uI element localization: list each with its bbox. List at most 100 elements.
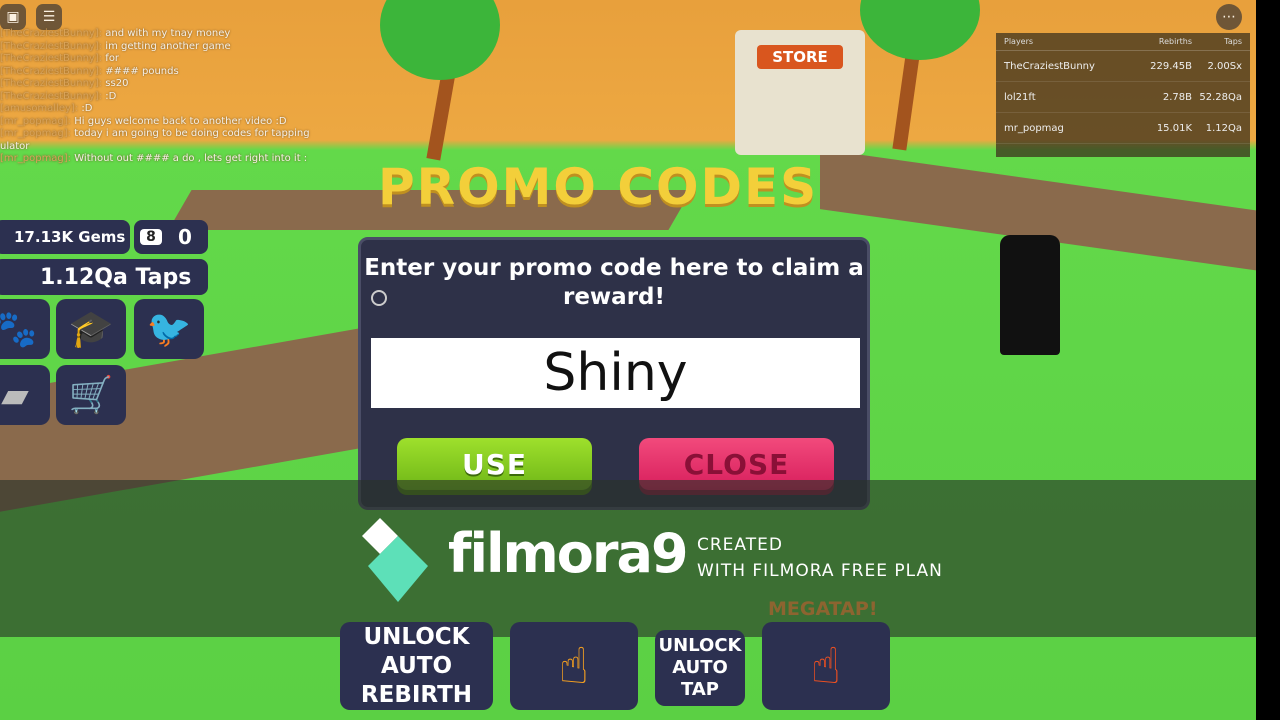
chat-username: [TheCraziestBunny]: [0, 28, 103, 39]
megatap-button[interactable]: ☝ [762, 622, 890, 710]
chat-icon: ☰ [42, 9, 56, 25]
shop-button[interactable]: 🛒 [56, 365, 126, 425]
tap-hand-icon: ☝ [810, 637, 842, 695]
chat-username: [TheCraziestBunny]: [0, 53, 103, 64]
unlock-auto-tap-button[interactable]: UNLOCK AUTO TAP [655, 630, 745, 706]
chat-text: im getting another game [105, 40, 231, 52]
label: REBIRTH [360, 681, 473, 708]
tree [860, 0, 980, 60]
chat-message: [TheCraziestBunny]: ss20 [0, 78, 310, 91]
chat-message: [mr_popmag]: Without out #### a do , let… [0, 153, 310, 166]
col-rebirths: Rebirths [1158, 37, 1192, 46]
player-name: mr_popmag [1004, 122, 1064, 134]
chat-message: [TheCraziestBunny]: :D [0, 91, 310, 104]
chat-username: [TheCraziestBunny]: [0, 90, 103, 102]
chat-toggle-button[interactable]: ☰ [36, 4, 62, 30]
roblox-menu-button[interactable]: ▣ [0, 4, 26, 30]
chat-username: [TheCraziestBunny]: [0, 40, 103, 52]
chat-text: :D [81, 103, 93, 114]
store-building: STORE [735, 30, 865, 155]
rebirth-value: 0 [178, 225, 192, 249]
chat-message: [mr_popmag]: today i am going to be doin… [0, 128, 310, 141]
label: AUTO [672, 657, 728, 678]
graduation-cap-icon: 🎓 [68, 309, 114, 350]
chat-username: [mr_popmag]: [0, 153, 72, 164]
promo-codes-sign: PROMO CODES [378, 158, 819, 216]
col-taps: Taps [1224, 37, 1242, 46]
letterbox-bar [1256, 0, 1280, 720]
filmora-brand: filmora9 [448, 522, 689, 585]
chat-message: [TheCraziestBunny]: im getting another g… [0, 41, 310, 54]
rebirth-upgrades-button[interactable]: 🎓 [56, 299, 126, 359]
dialog-title: Enter your promo code here to claim a re… [364, 255, 864, 310]
chat-message: [TheCraziestBunny]: for [0, 53, 310, 66]
store-sign: STORE [757, 45, 843, 69]
leaderboard-row[interactable]: TheCraziestBunny 229.45B 2.00Sx [996, 51, 1250, 82]
leaderboard: Players Rebirths Taps TheCraziestBunny 229.… [996, 33, 1250, 157]
player-rebirths: 229.45B [1150, 60, 1192, 72]
menu-icon: ▣ [6, 9, 20, 25]
player-avatar [1000, 235, 1060, 355]
chat-text: ss20 [105, 78, 129, 89]
chat-text: Without out #### a do , lets get right i… [74, 153, 308, 164]
gems-value: 17.13K Gems [14, 228, 126, 246]
label: UNLOCK [658, 635, 742, 656]
gems-counter: 17.13K Gems [0, 220, 130, 254]
watermark-line2: WITH FILMORA FREE PLAN [697, 561, 943, 581]
pets-button[interactable]: 🐾 [0, 299, 50, 359]
col-players: Players [1004, 37, 1034, 46]
chat-message: ulator [0, 141, 310, 154]
label: AUTO [380, 652, 452, 679]
leaderboard-row[interactable]: mr_popmag 15.01K 1.12Qa [996, 113, 1250, 144]
player-taps: 52.28Qa [1199, 91, 1242, 103]
cards-icon: ▰ [1, 374, 29, 416]
taps-counter: 1.12Qa Taps [0, 259, 208, 295]
player-name: lol21ft [1004, 91, 1036, 103]
tap-button[interactable]: ☝ [510, 622, 638, 710]
chat-username: [mr_popmag]: [0, 115, 72, 127]
player-rebirths: 2.78B [1162, 91, 1192, 103]
watermark-line1: CREATED [697, 535, 783, 555]
chat-message: [TheCraziestBunny]: and with my tnay mon… [0, 28, 310, 41]
player-name: TheCraziestBunny [1004, 60, 1095, 72]
chat-text: today i am going to be doing codes for t… [74, 128, 310, 139]
label: UNLOCK [363, 623, 470, 650]
chat-text: :D [105, 90, 117, 102]
chat-username: [TheCraziestBunny]: [0, 65, 103, 77]
chat-username: [TheCraziestBunny]: [0, 78, 103, 89]
twitter-bird-icon: 🐦 [146, 309, 192, 350]
game-viewport: STORE PROMO CODES ▣ ☰ ⋯ [TheCraziestBunn… [0, 0, 1256, 720]
teleport-button[interactable]: ▰ [0, 365, 50, 425]
chat-text: Hi guys welcome back to another video :D [74, 115, 287, 127]
chat-text: ulator [0, 140, 30, 152]
chat-message: [TheCraziestBunny]: #### pounds [0, 66, 310, 79]
watermark-caption: CREATED WITH FILMORA FREE PLAN [697, 532, 943, 584]
leaderboard-row[interactable]: lol21ft 2.78B 52.28Qa [996, 82, 1250, 113]
player-taps: 1.12Qa [1205, 122, 1242, 134]
taps-value: 1.12Qa Taps [40, 264, 192, 290]
chat-username: [mr_popmag]: [0, 128, 72, 139]
twitter-codes-button[interactable]: 🐦 [134, 299, 204, 359]
ellipsis-icon: ⋯ [1222, 9, 1236, 25]
player-rebirths: 15.01K [1156, 122, 1192, 134]
label: TAP [680, 679, 719, 700]
promo-code-input[interactable] [371, 338, 860, 408]
tap-hand-icon: ☝ [558, 637, 590, 695]
paw-icon: 🐾 [0, 309, 38, 350]
chat-username: [amusomalley]: [0, 103, 79, 114]
chat-text: and with my tnay money [105, 28, 231, 39]
megatap-label: MEGATAP! [768, 598, 878, 620]
chat-log: [TheCraziestBunny]: and with my tnay mon… [0, 28, 310, 166]
chat-text: for [105, 53, 120, 64]
chat-message: [mr_popmag]: Hi guys welcome back to ano… [0, 116, 310, 129]
chat-message: [amusomalley]: :D [0, 103, 310, 116]
rebirth-icon: 8 [140, 229, 162, 245]
more-options-button[interactable]: ⋯ [1216, 4, 1242, 30]
filmora-logo-icon [362, 518, 428, 602]
chat-text: #### pounds [105, 65, 179, 77]
shopping-cart-icon: 🛒 [68, 375, 114, 416]
rebirth-counter: 80 [134, 220, 208, 254]
tree [380, 0, 500, 80]
unlock-auto-rebirth-button[interactable]: UNLOCK AUTO REBIRTH [340, 622, 493, 710]
promo-code-dialog: Enter your promo code here to claim a re… [358, 237, 870, 510]
